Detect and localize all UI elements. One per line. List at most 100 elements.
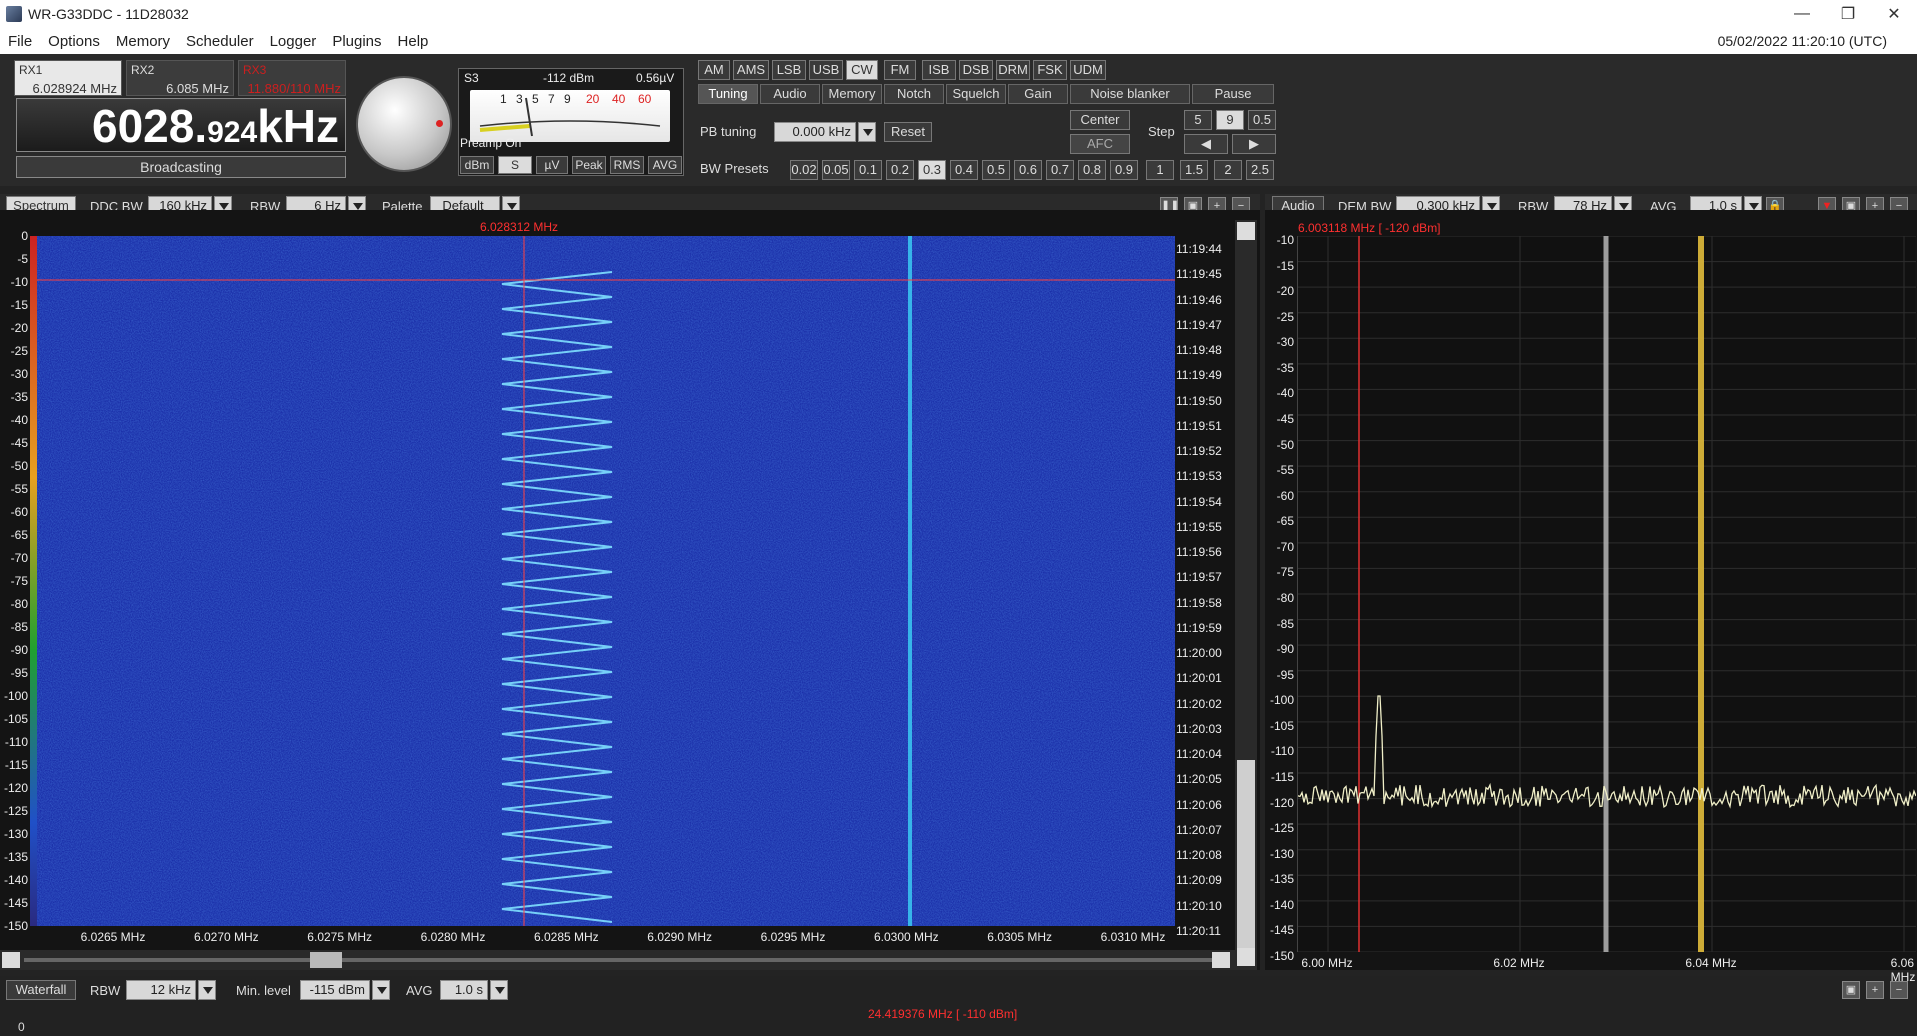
audio-spectrum-plot[interactable]	[1297, 235, 1917, 953]
min-level-field[interactable]: -115 dBm	[300, 980, 370, 1000]
mode-fsk-button[interactable]: FSK	[1033, 60, 1067, 80]
title-bar: WR-G33DDC - 11D28032 — ❐ ✕	[0, 0, 1917, 28]
reset-button[interactable]: Reset	[884, 122, 932, 142]
waterfall-button[interactable]: Waterfall	[6, 980, 76, 1000]
afc-button[interactable]: AFC	[1070, 134, 1130, 154]
menu-help[interactable]: Help	[390, 33, 437, 50]
v-scroll-thumb[interactable]	[1237, 760, 1255, 950]
bw-preset-0-7[interactable]: 0.7	[1046, 160, 1074, 180]
restore-button[interactable]: ❐	[1825, 0, 1871, 28]
time-label: 11:20:09	[1176, 873, 1222, 888]
bw-preset-0-2[interactable]: 0.2	[886, 160, 914, 180]
spectrum-v-scrollbar[interactable]	[1235, 220, 1257, 970]
tab-memory[interactable]: Memory	[822, 84, 882, 104]
rx3-tab[interactable]: RX3 11.880/110 MHz	[238, 60, 346, 96]
audio-y-label: -60	[1276, 488, 1294, 503]
bw-preset-2-5[interactable]: 2.5	[1246, 160, 1274, 180]
mode-cw-button[interactable]: CW	[846, 60, 878, 80]
tab-squelch[interactable]: Squelch	[946, 84, 1006, 104]
menu-bar: File Options Memory Scheduler Logger Plu…	[0, 28, 1917, 54]
scroll-thumb[interactable]	[310, 952, 342, 968]
audio-y-label: -90	[1276, 642, 1294, 657]
menu-memory[interactable]: Memory	[108, 33, 178, 50]
step-right-button[interactable]: ▶	[1232, 134, 1276, 154]
step-5-button[interactable]: 5	[1184, 110, 1212, 130]
time-label: 11:20:00	[1176, 646, 1222, 661]
mode-ams-button[interactable]: AMS	[733, 60, 769, 80]
rx1-tab[interactable]: RX1 6.028924 MHz	[14, 60, 122, 96]
meter-uv-button[interactable]: µV	[536, 156, 568, 174]
bw-preset-0-3[interactable]: 0.3	[918, 160, 946, 180]
mode-fm-button[interactable]: FM	[884, 60, 916, 80]
menu-options[interactable]: Options	[40, 33, 108, 50]
tab-noise-blanker[interactable]: Noise blanker	[1070, 84, 1190, 104]
bw-preset-1-5[interactable]: 1.5	[1180, 160, 1208, 180]
waterfall-display[interactable]	[37, 236, 1175, 926]
step-0-5-button[interactable]: 0.5	[1248, 110, 1276, 130]
step-left-button[interactable]: ◀	[1184, 134, 1228, 154]
minimize-button[interactable]: —	[1779, 0, 1825, 28]
waterfall-avg-field[interactable]: 1.0 s	[440, 980, 488, 1000]
waterfall-zoom-in-icon[interactable]: +	[1866, 981, 1884, 999]
pb-tuning-label: PB tuning	[700, 124, 757, 139]
scroll-left-icon[interactable]	[2, 952, 20, 968]
bw-preset-0-9[interactable]: 0.9	[1110, 160, 1138, 180]
mode-dsb-button[interactable]: DSB	[959, 60, 993, 80]
menu-scheduler[interactable]: Scheduler	[178, 33, 262, 50]
rx2-name: RX2	[131, 63, 155, 77]
mode-usb-button[interactable]: USB	[809, 60, 843, 80]
pb-tuning-field[interactable]: 0.000 kHz	[774, 122, 856, 142]
bw-preset-1[interactable]: 1	[1146, 160, 1174, 180]
rx2-tab[interactable]: RX2 6.085 MHz	[126, 60, 234, 96]
spectrum-y-label: -85	[10, 620, 28, 634]
pb-tuning-dropdown[interactable]	[858, 122, 876, 142]
frequency-fraction: 924	[207, 116, 258, 149]
bw-preset-0-1[interactable]: 0.1	[854, 160, 882, 180]
mode-isb-button[interactable]: ISB	[922, 60, 956, 80]
tab-tuning[interactable]: Tuning	[698, 84, 758, 104]
mode-udm-button[interactable]: UDM	[1070, 60, 1106, 80]
audio-y-label: -130	[1269, 846, 1294, 861]
spectrum-y-label: -10	[10, 275, 28, 289]
waterfall-rbw-field[interactable]: 12 kHz	[126, 980, 196, 1000]
audio-y-label: -15	[1276, 258, 1294, 273]
scroll-track[interactable]	[24, 958, 1214, 962]
tab-pause[interactable]: Pause	[1192, 84, 1274, 104]
tab-notch[interactable]: Notch	[884, 84, 944, 104]
audio-y-label: -115	[1270, 770, 1294, 784]
bw-preset-0-02[interactable]: 0.02	[790, 160, 818, 180]
mode-am-button[interactable]: AM	[698, 60, 730, 80]
meter-rms-button[interactable]: RMS	[610, 156, 644, 174]
bw-preset-0-8[interactable]: 0.8	[1078, 160, 1106, 180]
menu-logger[interactable]: Logger	[262, 33, 325, 50]
scroll-up-icon[interactable]	[1237, 222, 1255, 240]
bw-preset-0-05[interactable]: 0.05	[822, 160, 850, 180]
center-button[interactable]: Center	[1070, 110, 1130, 130]
meter-dbm-button[interactable]: dBm	[460, 156, 494, 174]
scroll-down-icon[interactable]	[1237, 948, 1255, 966]
frequency-display[interactable]: 6028.924kHz	[16, 98, 346, 152]
meter-peak-button[interactable]: Peak	[572, 156, 606, 174]
waterfall-save-icon[interactable]: ▣	[1842, 981, 1860, 999]
bw-preset-0-4[interactable]: 0.4	[950, 160, 978, 180]
meter-avg-button[interactable]: AVG	[648, 156, 682, 174]
min-level-dropdown[interactable]	[372, 980, 390, 1000]
s-meter-uv-value: 0.56µV	[636, 71, 675, 85]
meter-s-button[interactable]: S	[498, 156, 532, 174]
mode-lsb-button[interactable]: LSB	[772, 60, 806, 80]
spectrum-h-scrollbar[interactable]	[0, 950, 1240, 970]
menu-plugins[interactable]: Plugins	[324, 33, 389, 50]
close-button[interactable]: ✕	[1871, 0, 1917, 28]
mode-drm-button[interactable]: DRM	[996, 60, 1030, 80]
menu-file[interactable]: File	[0, 33, 40, 50]
bw-preset-0-6[interactable]: 0.6	[1014, 160, 1042, 180]
bw-preset-0-5[interactable]: 0.5	[982, 160, 1010, 180]
waterfall-avg-dropdown[interactable]	[490, 980, 508, 1000]
scroll-right-icon[interactable]	[1212, 952, 1230, 968]
waterfall-rbw-dropdown[interactable]	[198, 980, 216, 1000]
bw-preset-2[interactable]: 2	[1214, 160, 1242, 180]
tab-audio[interactable]: Audio	[760, 84, 820, 104]
tab-gain[interactable]: Gain	[1008, 84, 1068, 104]
step-9-button[interactable]: 9	[1216, 110, 1244, 130]
spectrum-y-label: -15	[10, 298, 28, 312]
